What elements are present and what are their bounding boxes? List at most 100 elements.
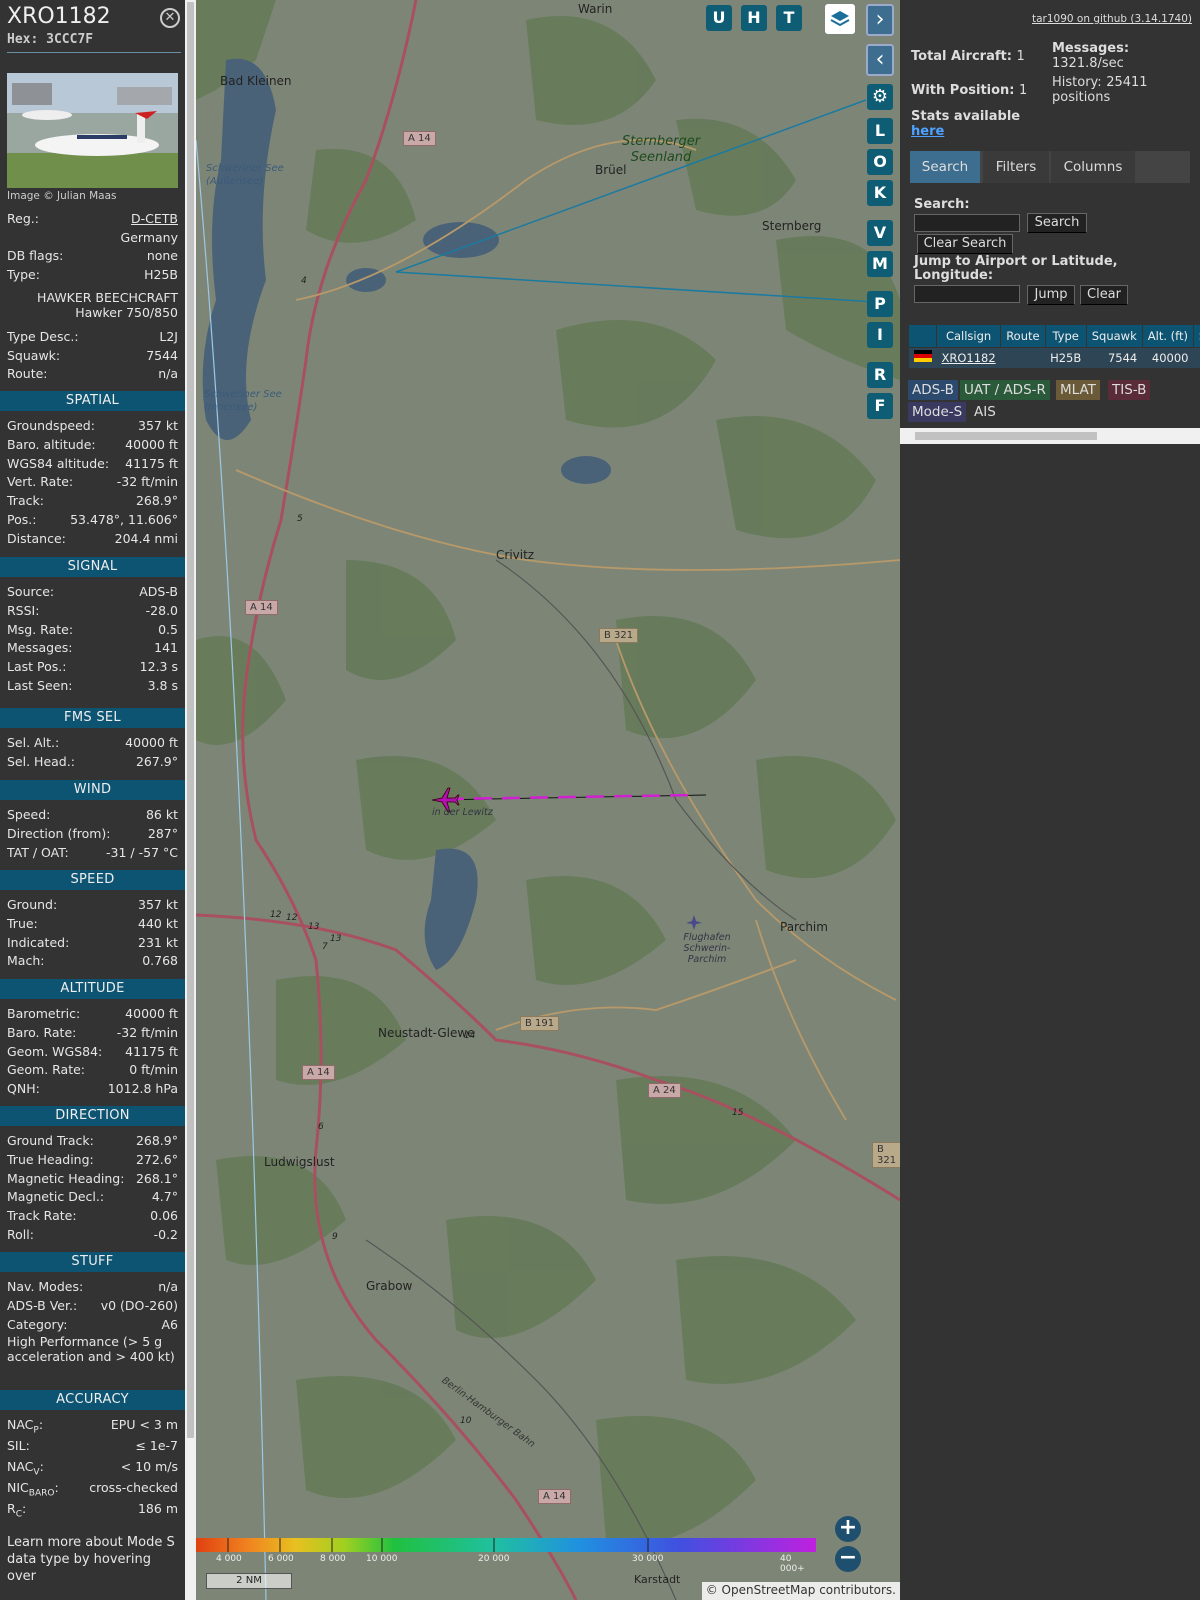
search-input[interactable] [914,214,1020,232]
row-callsign[interactable]: XRO1182 [936,347,1001,368]
toggle-m-button[interactable]: M [867,251,893,277]
road-shield: A 14 [302,1065,335,1080]
section-header[interactable]: SPATIAL [0,391,185,411]
close-icon[interactable]: ✕ [160,8,180,28]
section-header[interactable]: FMS SEL [0,708,185,728]
source-ais-badge[interactable]: AIS [970,402,1000,422]
column-flag[interactable] [908,324,937,348]
tab-search[interactable]: Search [910,151,980,183]
info-value: Germany [120,229,178,245]
tab-columns[interactable]: Columns [1051,151,1135,183]
jump-input[interactable] [914,285,1020,303]
info-value: 53.478°, 11.606° [70,512,178,527]
place-label: Sternberg [762,219,822,233]
toggle-t-button[interactable]: T [776,5,802,31]
altitude-legend: 4 000 6 000 8 000 10 000 20 000 30 000 4… [196,1538,816,1574]
search-button[interactable]: Search [1027,213,1087,233]
aircraft-info-panel: XRO1182 Hex: 3CCC7F ✕ Image © Julian Maa… [0,0,185,1600]
history-label: History: [1052,75,1102,90]
section-header[interactable]: SIGNAL [0,557,185,577]
map-view[interactable]: Warin Bad Kleinen Sternberger Seenland B… [196,0,900,1600]
road-number: 14 [464,1031,476,1041]
info-label: Sel. Head.: [7,753,75,769]
section-header[interactable]: DIRECTION [0,1106,185,1126]
section-header[interactable]: ALTITUDE [0,979,185,999]
road-number: 7 [322,942,328,952]
toggle-r-button[interactable]: R [867,362,893,388]
info-label: Squawk: [7,347,61,363]
road-number: 15 [732,1108,744,1118]
info-label-sub: C [15,1509,22,1520]
source-uat-badge[interactable]: UAT / ADS-R [960,380,1050,400]
toggle-h-button[interactable]: H [741,5,767,31]
layers-icon[interactable] [825,4,855,34]
section-header[interactable]: WIND [0,780,185,800]
settings-gear-icon[interactable]: ⚙ [867,84,893,110]
info-label: True: [7,915,38,931]
source-modes-badge[interactable]: Mode-S [908,402,967,422]
info-label: Sel. Alt.: [7,735,60,750]
map-scale: 2 NM [206,1573,292,1589]
zoom-in-button[interactable]: + [835,1516,861,1542]
column-callsign[interactable]: Callsign [935,324,1002,348]
image-credit: Image © Julian Maas [7,190,117,202]
zoom-out-button[interactable]: − [835,1546,861,1572]
info-value: 231 kt [138,934,178,950]
row-speed [1193,347,1200,368]
place-label: Bad Kleinen [220,74,292,88]
toggle-u-button[interactable]: U [706,5,732,31]
source-tisb-badge[interactable]: TIS-B [1108,380,1151,400]
source-mlat-badge[interactable]: MLAT [1056,380,1100,400]
column-speed[interactable]: Sp [1192,324,1200,348]
history-stat: History: 25411 positions [1052,75,1192,105]
map-canvas [196,0,900,1600]
info-label: Groundspeed: [7,418,95,433]
osm-link[interactable]: OpenStreetMap [722,1583,816,1597]
info-label: Barometric: [7,1006,81,1021]
source-adsb-badge[interactable]: ADS-B [908,380,958,400]
info-value: 0 ft/min [129,1062,178,1078]
info-value[interactable]: D-CETB [131,211,178,226]
toggle-f-button[interactable]: F [867,393,893,419]
toggle-p-button[interactable]: P [867,291,893,317]
stats-available: Stats available [911,109,1021,124]
clear-button[interactable]: Clear [1080,285,1128,305]
github-link[interactable]: tar1090 on github (3.14.1740) [1032,13,1192,25]
table-row[interactable]: XRO1182 H25B 7544 40000 [908,347,1200,368]
stats-link[interactable]: here [911,124,944,139]
tab-filters[interactable]: Filters [983,151,1049,183]
column-type[interactable]: Type [1044,324,1087,348]
column-squawk[interactable]: Squawk [1085,324,1143,348]
aircraft-photo[interactable] [7,73,178,188]
section-header[interactable]: ACCURACY [0,1390,185,1410]
info-value: n/a [158,1279,178,1294]
info-value: 268.9° [135,493,178,509]
toggle-l-button[interactable]: L [867,118,893,144]
info-label: Magnetic Heading: [7,1170,125,1186]
toggle-o-button[interactable]: O [867,149,893,175]
jump-button[interactable]: Jump [1027,285,1075,305]
flag-germany-icon [908,347,937,368]
info-value: 12.3 s [139,659,178,675]
column-altitude[interactable]: Alt. (ft) [1141,324,1194,348]
scrollbar-thumb[interactable] [187,2,194,1438]
toggle-k-button[interactable]: K [867,180,893,206]
column-route[interactable]: Route [1000,324,1046,348]
chevron-right-icon[interactable]: › [866,4,894,36]
info-value: 186 m [137,1501,178,1516]
table-scrollbar[interactable] [900,428,1200,444]
section-header[interactable]: SPEED [0,870,185,890]
with-position: With Position: 1 [911,83,1027,98]
road-shield: B 321 [872,1142,900,1168]
info-value: 41175 ft [125,1043,178,1059]
toggle-i-button[interactable]: I [867,322,893,348]
messages-stat: Messages: 1321.8/sec [1052,41,1192,71]
section-header[interactable]: STUFF [0,1252,185,1272]
road-number: 10 [460,1416,472,1426]
chevron-left-icon[interactable]: ‹ [866,44,894,76]
clear-search-button[interactable]: Clear Search [917,234,1013,254]
info-value: none [146,248,178,264]
toggle-v-button[interactable]: V [867,220,893,246]
scrollbar-thumb[interactable] [915,432,1097,440]
info-scrollbar[interactable] [185,0,196,1600]
